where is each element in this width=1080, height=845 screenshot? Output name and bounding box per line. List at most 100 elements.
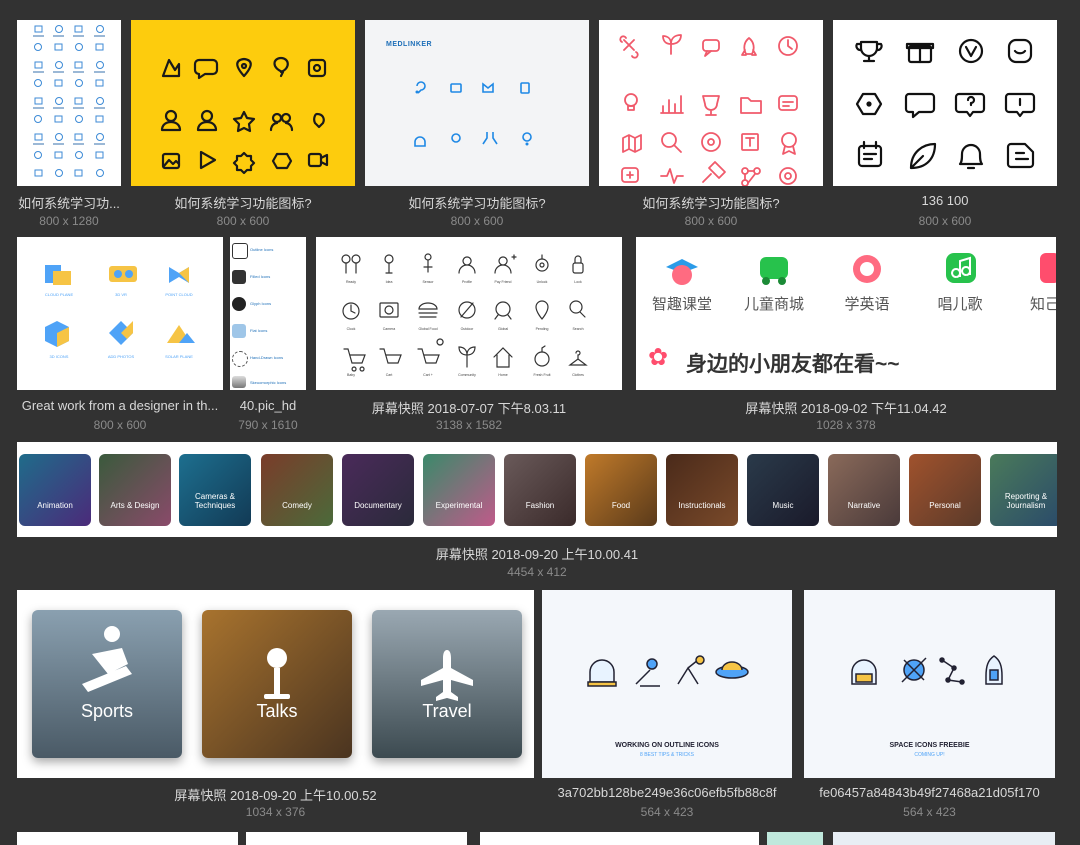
red-icon-grid (619, 34, 798, 186)
icon-label: Cart (385, 373, 393, 377)
category-card: Arts & Design (99, 454, 171, 526)
style-skeuomorphic-icon (232, 376, 246, 388)
kids-app-icons (666, 253, 1056, 285)
kids-label[interactable]: 智趣课堂 (646, 293, 718, 314)
thumb-category-strip[interactable]: Animation Arts & Design Cameras & Techni… (17, 442, 1057, 537)
icon-label: Outdoor (460, 327, 474, 331)
style-filled-icon (232, 270, 246, 284)
category-card: Music (747, 454, 819, 526)
icon-label: Baby (347, 373, 355, 377)
item-size: 800 x 600 (450, 214, 504, 228)
icon-label: Search (572, 327, 584, 331)
pastel-label: POINT CLOUD (165, 292, 193, 297)
style-label: Glyph Icons (250, 301, 272, 306)
item-caption: 如何系统学习功能图标? (174, 196, 312, 211)
item-caption: Great work from a designer in th... (21, 398, 219, 413)
thumb-outline-icons[interactable]: WORKING ON OUTLINE ICONS 8 BEST TIPS & T… (542, 590, 792, 778)
flower-icon: ✿ (648, 344, 669, 371)
icon-label: Clock (346, 327, 356, 331)
item-caption: 如何系统学习功能图标? (642, 196, 780, 211)
style-glyph-icon (232, 297, 246, 311)
thumb-kids-app[interactable]: 智趣课堂 儿童商城 学英语 唱儿歌 知己 ✿ 身边的小朋友都在看~~ (636, 237, 1056, 390)
topic-card-travel: Travel (372, 610, 522, 758)
icon-label: Pending (535, 327, 549, 331)
category-card: Instructionals (666, 454, 738, 526)
category-card: Animation (19, 454, 91, 526)
thumb-icon-grid-small[interactable] (17, 20, 121, 186)
pastel-label: SOLAR PLANE (165, 354, 193, 359)
medlinker-logo: MEDLINKER (386, 41, 433, 48)
item-caption: 屏幕快照 2018-09-20 上午10.00.52 (174, 788, 377, 803)
yellow-icon-grid (160, 56, 329, 175)
thumb-pastel-3d-icons[interactable]: CLOUD PLANE 3D VR POINT CLOUD 3D ICONS A… (17, 237, 223, 390)
icon-label: Sensor (422, 280, 434, 284)
item-caption: 40.pic_hd (239, 398, 297, 413)
style-label: Hand-Drawn Icons (250, 355, 284, 360)
pastel-label: 3D ICONS (49, 354, 69, 359)
item-size: 800 x 600 (93, 418, 147, 432)
airplane-icon (421, 650, 473, 701)
category-card: Cameras & Techniques (179, 454, 251, 526)
thumb-partial[interactable] (480, 832, 759, 845)
outline-title: WORKING ON OUTLINE ICONS (615, 742, 719, 749)
icon-label: Fresh Fruit (533, 373, 551, 377)
category-card: Narrative (828, 454, 900, 526)
item-size: 4454 x 412 (507, 565, 567, 579)
icon-label: Community (458, 373, 476, 377)
item-size: 1028 x 378 (816, 418, 876, 432)
category-card: Fashion (504, 454, 576, 526)
pastel-label: CLOUD PLANE (44, 292, 74, 297)
thumb-icon-styles[interactable]: Outline Icons Filled Icons Glyph Icons F… (230, 237, 306, 390)
thumb-black-icons[interactable] (833, 20, 1057, 186)
thumb-space-icons[interactable]: SPACE ICONS FREEBIE COMING UP! (804, 590, 1055, 778)
pastel-icon-set (45, 265, 195, 347)
category-card: Documentary (342, 454, 414, 526)
thumb-medlinker[interactable]: MEDLINKER (365, 20, 589, 186)
item-size: 564 x 423 (640, 805, 694, 819)
kids-label[interactable]: 知己 (1016, 293, 1056, 314)
item-size: 800 x 1280 (39, 214, 99, 228)
category-card: Comedy (261, 454, 333, 526)
kids-label[interactable]: 唱儿歌 (924, 293, 996, 314)
small-icon-grid (33, 25, 105, 177)
pastel-label: ADD PHOTOS (107, 354, 135, 359)
icon-label: Idea (385, 280, 393, 284)
icon-label: Unlock (536, 280, 548, 284)
thumb-partial[interactable] (246, 832, 467, 845)
outline-subtitle: 8 BEST TIPS & TRICKS (640, 752, 694, 758)
line-icon-grid (341, 253, 588, 372)
thumb-partial[interactable] (767, 832, 823, 845)
item-size: 1034 x 376 (245, 805, 306, 819)
microphone-icon (264, 648, 290, 699)
kids-label[interactable]: 儿童商城 (738, 293, 810, 314)
black-icon-grid (855, 38, 1036, 170)
thumb-red-icons[interactable] (599, 20, 823, 186)
thumb-topic-cards[interactable]: Sports Talks Travel (17, 590, 534, 778)
icon-label: Camera (382, 327, 396, 331)
thumb-yellow-icons[interactable] (131, 20, 355, 186)
thumb-partial[interactable] (17, 832, 238, 845)
thumb-hand-icons[interactable]: Ready Idea Sensor Profile Pay Friend Unl… (316, 237, 622, 390)
item-size: 800 x 600 (684, 214, 738, 228)
item-caption: 3a702bb128be249e36c06efb5fb88c8f (557, 785, 777, 800)
icon-label: Profile (462, 280, 472, 284)
snowboard-icon (82, 626, 132, 692)
thumb-partial[interactable] (833, 832, 1055, 845)
card-label: Talks (256, 701, 298, 721)
icon-label: Global Food (418, 327, 438, 331)
card-label: Sports (80, 701, 134, 721)
category-card: Reporting & Journalism (990, 454, 1057, 526)
icon-label: Lock (574, 280, 582, 284)
item-caption: 如何系统学习功... (18, 196, 120, 211)
icon-label: Clothes (572, 373, 584, 377)
item-caption: 如何系统学习功能图标? (408, 196, 546, 211)
card-label: Travel (422, 701, 472, 721)
item-caption: 屏幕快照 2018-07-07 下午8.03.11 (371, 401, 567, 416)
space-title: SPACE ICONS FREEBIE (889, 742, 970, 749)
item-size: 3138 x 1582 (435, 418, 503, 432)
kids-label[interactable]: 学英语 (831, 293, 903, 314)
outline-icons-illustration (587, 655, 749, 687)
item-size: 800 x 600 (918, 214, 972, 228)
item-size: 800 x 600 (216, 214, 270, 228)
kids-banner: 身边的小朋友都在看~~ (686, 353, 900, 376)
